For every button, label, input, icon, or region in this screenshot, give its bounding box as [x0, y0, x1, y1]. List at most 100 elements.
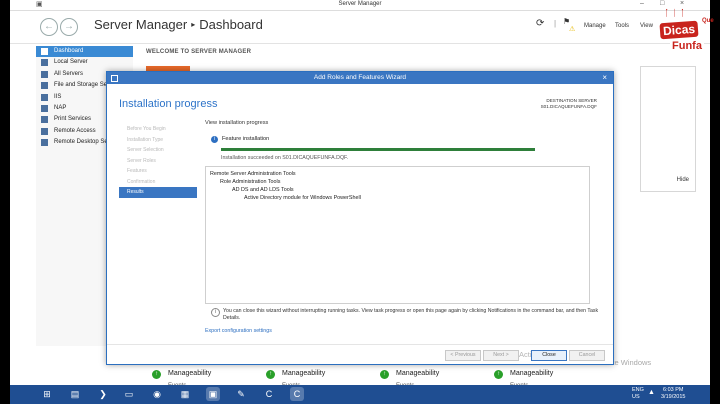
wizard-app-icon — [111, 75, 118, 82]
start-icon[interactable]: ⊞ — [40, 387, 54, 401]
destination-server-name: S01.DICAQUEFUNFA.DQF — [540, 104, 597, 109]
clock[interactable]: 6:03 PM 3/19/2015 — [661, 387, 685, 401]
destination-server: DESTINATION SERVER S01.DICAQUEFUNFA.DQF — [541, 98, 597, 110]
menu-view[interactable]: View — [640, 23, 653, 29]
hide-link[interactable]: Hide — [677, 177, 689, 183]
step-server-roles[interactable]: Server Roles — [119, 156, 197, 167]
sidebar-item-label: IIS — [54, 93, 62, 100]
nap-icon — [41, 104, 48, 112]
dicas-que-funfa-logo: ᛙ ᛁ ᛙ Dicas Que Funfa — [658, 6, 720, 56]
logo-funfa: Funfa — [670, 40, 704, 52]
sidebar-item-label: Dashboard — [54, 48, 84, 54]
add-roles-wizard-dialog: Add Roles and Features Wizard × Installa… — [106, 71, 614, 365]
app-icon: ▣ — [36, 1, 43, 8]
logo-que: Que — [702, 18, 714, 24]
export-config-link[interactable]: Export configuration settings — [205, 328, 272, 334]
sidebar-item-label: All Servers — [54, 70, 84, 77]
server-manager-taskbar-icon[interactable]: ▤ — [68, 387, 82, 401]
minimize-icon[interactable]: – — [640, 0, 644, 7]
list-item: Active Directory module for Windows Powe… — [244, 195, 361, 201]
window-title: Server Manager — [338, 1, 382, 7]
cancel-button[interactable]: Cancel — [569, 350, 605, 361]
close-button[interactable]: Close — [531, 350, 567, 361]
wizard-content: View installation progress i Feature inst… — [205, 120, 601, 334]
storage-icon — [41, 82, 48, 90]
wizard-steps: Before You Begin Installation Type Serve… — [119, 124, 197, 198]
note-info-icon: i — [211, 308, 220, 317]
menu-manage[interactable]: Manage — [584, 23, 606, 29]
success-message: Installation succeeded on S01.DICAQUEFUN… — [221, 155, 349, 161]
wizard-titlebar: Add Roles and Features Wizard × — [107, 72, 613, 84]
check-icon: ↑ — [152, 370, 161, 379]
remote-access-icon — [41, 127, 48, 135]
wizard-taskbar-icon[interactable]: ▣ — [206, 387, 220, 401]
list-item: AD DS and AD LDS Tools — [232, 187, 294, 193]
check-icon: ↑ — [266, 370, 275, 379]
wizard-title: Add Roles and Features Wizard — [313, 74, 407, 81]
sparks-icon: ᛙ ᛁ ᛙ — [664, 8, 686, 18]
results-list[interactable]: Remote Server Administration Tools Role … — [205, 166, 590, 304]
breadcrumb-app[interactable]: Server Manager — [94, 17, 187, 32]
breadcrumb-page: Dashboard — [199, 17, 263, 32]
step-server-selection[interactable]: Server Selection — [119, 145, 197, 156]
servers-icon — [41, 70, 48, 78]
language-indicator[interactable]: ENG US — [632, 387, 644, 401]
view-progress-label: View installation progress — [205, 120, 269, 126]
list-item: Role Administration Tools — [220, 179, 281, 185]
sidebar-item-local-server[interactable]: Local Server — [36, 57, 133, 68]
tile-label: Manageability — [168, 370, 212, 377]
breadcrumb-separator-icon: ▸ — [191, 20, 196, 29]
dashboard-icon — [41, 48, 48, 55]
wizard-footer: < Previous Next > Activate Wi Close Canc… — [107, 344, 613, 365]
breadcrumb: Server Manager ▸ Dashboard — [94, 17, 263, 32]
region-code: US — [632, 394, 640, 400]
sidebar-item-dashboard[interactable]: Dashboard — [36, 46, 133, 58]
taskbar: ⊞ ▤ ❯ ▭ ◉ ▦ ▣ ✎ C C ENG US ▲ 6:03 PM 3/19/… — [10, 385, 710, 404]
previous-button[interactable]: < Previous — [445, 350, 481, 361]
camtasia-icon[interactable]: C — [262, 387, 276, 401]
step-installation-type[interactable]: Installation Type — [119, 135, 197, 146]
chrome-icon[interactable]: ◉ — [150, 387, 164, 401]
refresh-icon[interactable]: ⟳ — [536, 18, 544, 29]
tool-icon[interactable]: ✎ — [234, 387, 248, 401]
wizard-close-icon[interactable]: × — [602, 72, 607, 84]
separator-icon: | — [554, 19, 557, 28]
desktop-screen: Server Manager ▣ – □ × ← → Server Manage… — [10, 0, 710, 404]
language-code: ENG — [632, 387, 644, 393]
printer-icon — [41, 116, 48, 124]
info-icon: i — [211, 136, 218, 143]
clock-time: 6:03 PM — [662, 387, 684, 393]
step-features[interactable]: Features — [119, 166, 197, 177]
wizard-heading: Installation progress — [119, 98, 218, 110]
progress-bar — [221, 148, 535, 151]
remote-desktop-icon — [41, 139, 48, 147]
step-before-you-begin[interactable]: Before You Begin — [119, 124, 197, 135]
sidebar-item-label: NAP — [54, 104, 67, 111]
tile-label: Manageability — [510, 370, 554, 377]
sidebar-item-label: Remote Access — [54, 127, 96, 134]
check-icon: ↑ — [380, 370, 389, 379]
file-explorer-icon[interactable]: ▭ — [122, 387, 136, 401]
iis-icon — [41, 93, 48, 101]
tile-label: Manageability — [282, 370, 326, 377]
tile-label: Manageability — [396, 370, 440, 377]
welcome-panel: Hide — [640, 66, 696, 192]
powershell-icon[interactable]: ❯ — [96, 387, 110, 401]
step-results[interactable]: Results — [119, 187, 197, 198]
network-icon[interactable]: ▲ — [648, 389, 655, 396]
feature-installation: i Feature installation — [211, 136, 269, 143]
forward-icon[interactable]: → — [60, 18, 78, 36]
close-note: i You can close this wizard without inter… — [211, 308, 603, 322]
warning-icon: ⚠ — [569, 26, 576, 33]
next-button[interactable]: Next > — [483, 350, 519, 361]
logo-dicas: Dicas — [659, 20, 699, 40]
step-confirmation[interactable]: Confirmation — [119, 177, 197, 188]
sidebar-item-label: Local Server — [54, 59, 88, 66]
menu-tools[interactable]: Tools — [615, 23, 629, 29]
camtasia-recorder-icon[interactable]: C — [290, 387, 304, 401]
control-panel-icon[interactable]: ▦ — [178, 387, 192, 401]
back-icon[interactable]: ← — [40, 18, 58, 36]
close-note-text: You can close this wizard without interr… — [223, 308, 599, 321]
server-icon — [41, 59, 48, 67]
list-item: Remote Server Administration Tools — [210, 171, 296, 177]
